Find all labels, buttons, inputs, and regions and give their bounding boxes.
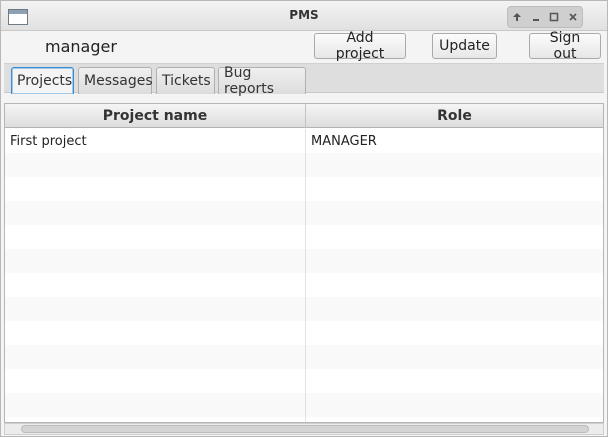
table-row-empty[interactable] [5,153,603,177]
table-row-empty[interactable] [5,369,603,393]
update-button[interactable]: Update [432,33,497,59]
title-bar[interactable]: PMS [1,1,607,31]
empty-cell [5,297,306,321]
table-row-empty[interactable] [5,249,603,273]
empty-cell [5,225,306,249]
app-window: PMS manager Add project Update Sign out … [0,0,608,437]
empty-cell [306,177,603,201]
window-controls [507,6,583,28]
close-icon[interactable] [566,10,580,24]
table-row-empty[interactable] [5,393,603,417]
table-row-empty[interactable] [5,345,603,369]
column-header-project-name[interactable]: Project name [5,104,306,128]
empty-cell [5,345,306,369]
cell-role: MANAGER [311,133,377,149]
table-row-empty[interactable] [5,225,603,249]
tab-projects[interactable]: Projects [11,67,74,94]
empty-cell [306,321,603,345]
projects-table: Project name Role First project MANAGER [4,103,604,423]
empty-cell [5,153,306,177]
empty-cell [306,249,603,273]
table-row-empty[interactable] [5,273,603,297]
tab-bug-reports[interactable]: Bug reports [218,65,306,97]
keep-above-icon[interactable] [510,10,524,24]
tab-messages[interactable]: Messages [78,67,153,94]
tab-bar: Projects Messages Tickets Bug reports [4,63,604,97]
empty-cell [306,297,603,321]
empty-cell [5,249,306,273]
empty-cell [5,201,306,225]
table-row-empty[interactable] [5,321,603,345]
table-body: First project MANAGER [5,129,603,422]
add-project-button[interactable]: Add project [314,30,406,62]
empty-cell [5,273,306,297]
tab-tickets[interactable]: Tickets [156,67,215,94]
table-row[interactable]: First project MANAGER [5,129,603,153]
empty-cell [5,393,306,417]
empty-cell [306,369,603,393]
horizontal-scrollbar[interactable] [4,423,604,435]
toolbar: manager Add project Update Sign out [1,30,607,63]
cell-project-name: First project [5,129,306,153]
empty-cell [306,153,603,177]
empty-cell [306,225,603,249]
table-row-empty[interactable] [5,297,603,321]
maximize-icon[interactable] [547,10,561,24]
empty-cell [5,177,306,201]
table-header: Project name Role [5,104,603,128]
column-header-role[interactable]: Role [306,104,603,128]
scrollbar-thumb[interactable] [21,425,589,433]
empty-cell [306,345,603,369]
table-row-empty[interactable] [5,201,603,225]
empty-cell [5,369,306,393]
table-row-empty[interactable] [5,177,603,201]
empty-cell [5,321,306,345]
empty-cell [306,201,603,225]
empty-cell [306,393,603,417]
current-user-label: manager [45,37,117,56]
empty-cell [306,273,603,297]
minimize-icon[interactable] [529,10,543,24]
sign-out-button[interactable]: Sign out [529,30,601,62]
